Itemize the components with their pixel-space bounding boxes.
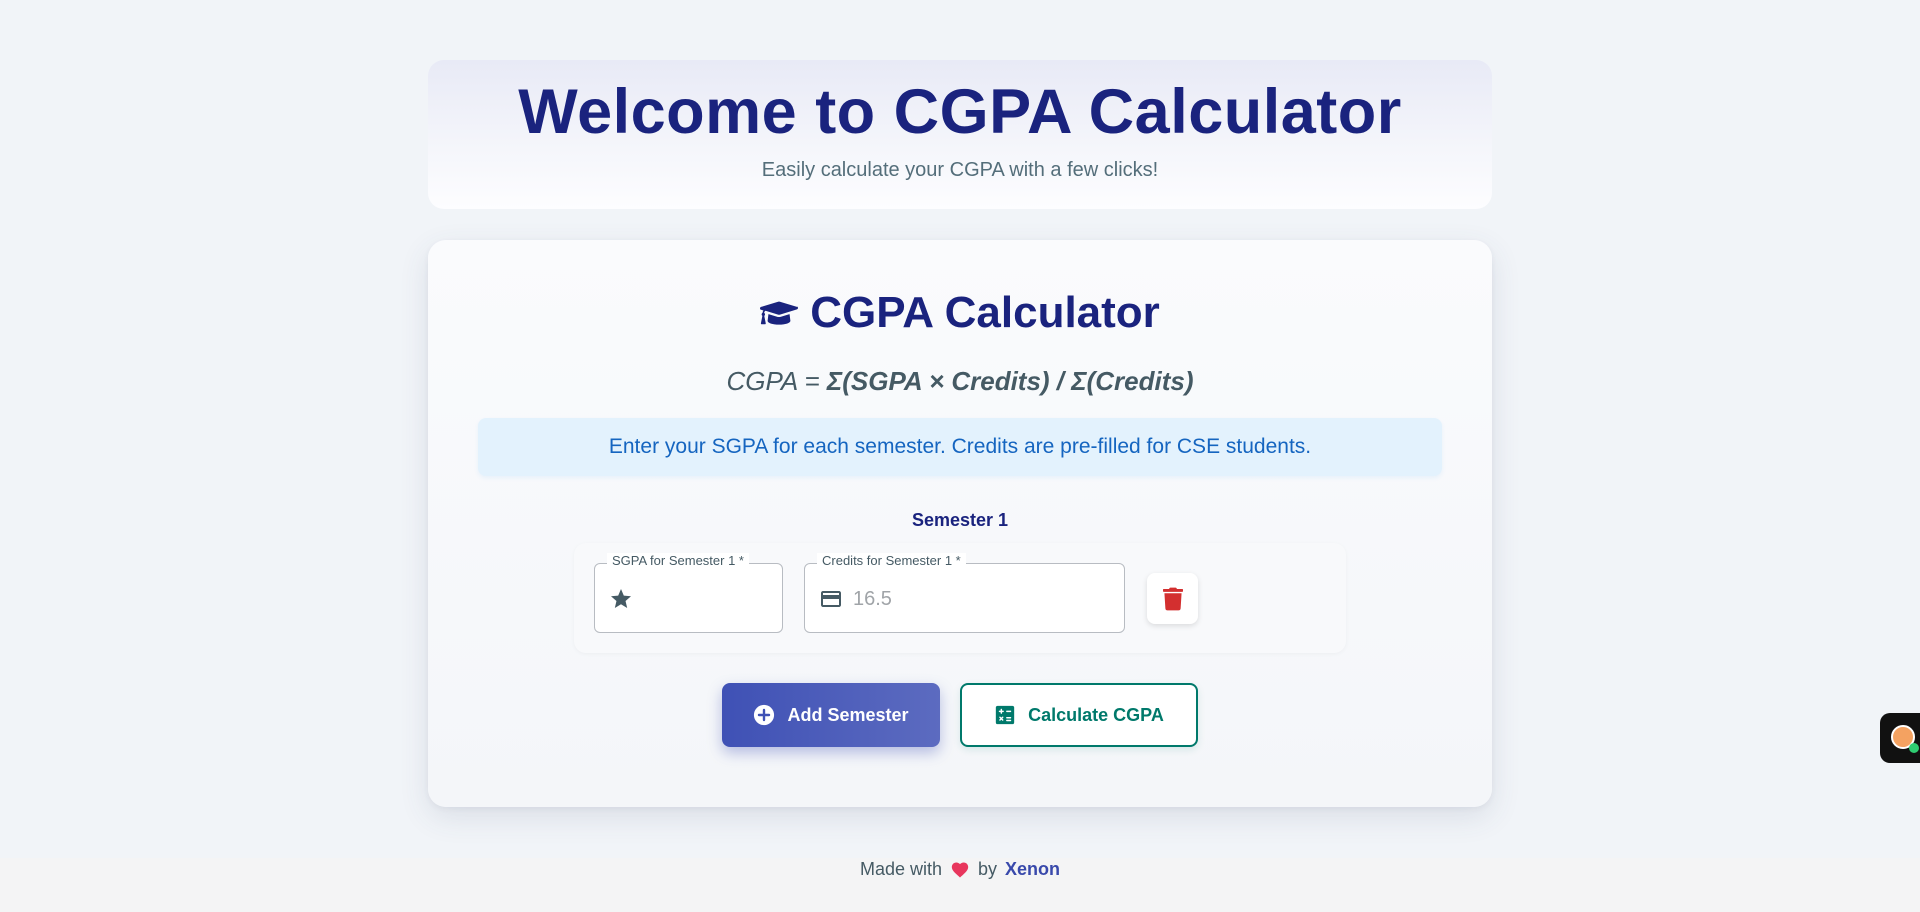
graduation-cap-icon — [760, 301, 799, 325]
calculator-title-text: CGPA Calculator — [810, 288, 1160, 337]
semester-row: SGPA for Semester 1 * Credits for Semest… — [574, 543, 1346, 653]
semester-label: Semester 1 — [911, 510, 1009, 530]
calculator-card: CGPA Calculator CGPA = Σ(SGPA × Credits)… — [428, 240, 1492, 807]
cgpa-formula: CGPA = Σ(SGPA × Credits) / Σ(Credits) — [428, 366, 1492, 397]
page: Welcome to CGPA Calculator Easily calcul… — [0, 0, 1920, 912]
calculate-cgpa-button[interactable]: Calculate CGPA — [960, 683, 1198, 747]
add-semester-button[interactable]: Add Semester — [722, 683, 940, 747]
footer-by: by — [978, 859, 998, 879]
sgpa-input[interactable] — [643, 584, 770, 614]
floating-widget-button[interactable] — [1880, 713, 1920, 763]
calculate-cgpa-label: Calculate CGPA — [1028, 704, 1164, 725]
info-banner: Enter your SGPA for each semester. Credi… — [478, 418, 1442, 476]
delete-semester-button[interactable] — [1147, 573, 1198, 624]
formula-rhs: Σ(SGPA × Credits) / Σ(Credits) — [826, 366, 1194, 396]
hero-title: Welcome to CGPA Calculator — [518, 77, 1402, 147]
calculator-title: CGPA Calculator — [428, 288, 1492, 338]
footer-credit: Made with by Xenon — [0, 858, 1920, 880]
add-semester-label: Add Semester — [787, 704, 909, 725]
credits-field: Credits for Semester 1 * — [804, 553, 1125, 633]
footer-made-with: Made with — [859, 859, 942, 879]
footer-author-link[interactable]: Xenon — [1005, 858, 1060, 880]
hero-header: Welcome to CGPA Calculator Easily calcul… — [428, 60, 1492, 209]
footer: Made with by Xenon — [0, 858, 1920, 912]
sgpa-field: SGPA for Semester 1 * — [594, 553, 783, 633]
credits-field-label: Credits for Semester 1 * — [817, 553, 966, 568]
plus-circle-icon — [754, 704, 775, 726]
formula-lhs: CGPA = — [726, 366, 827, 396]
credit-card-icon — [821, 591, 841, 607]
online-status-icon — [1909, 743, 1919, 753]
trash-icon — [1162, 587, 1183, 610]
calculator-icon — [995, 705, 1015, 725]
star-icon — [611, 589, 631, 608]
info-text: Enter your SGPA for each semester. Credi… — [608, 435, 1312, 458]
sgpa-field-label: SGPA for Semester 1 * — [607, 553, 749, 568]
heart-icon — [951, 862, 969, 878]
credits-input[interactable] — [853, 584, 1112, 614]
hero-subtitle: Easily calculate your CGPA with a few cl… — [761, 159, 1159, 182]
